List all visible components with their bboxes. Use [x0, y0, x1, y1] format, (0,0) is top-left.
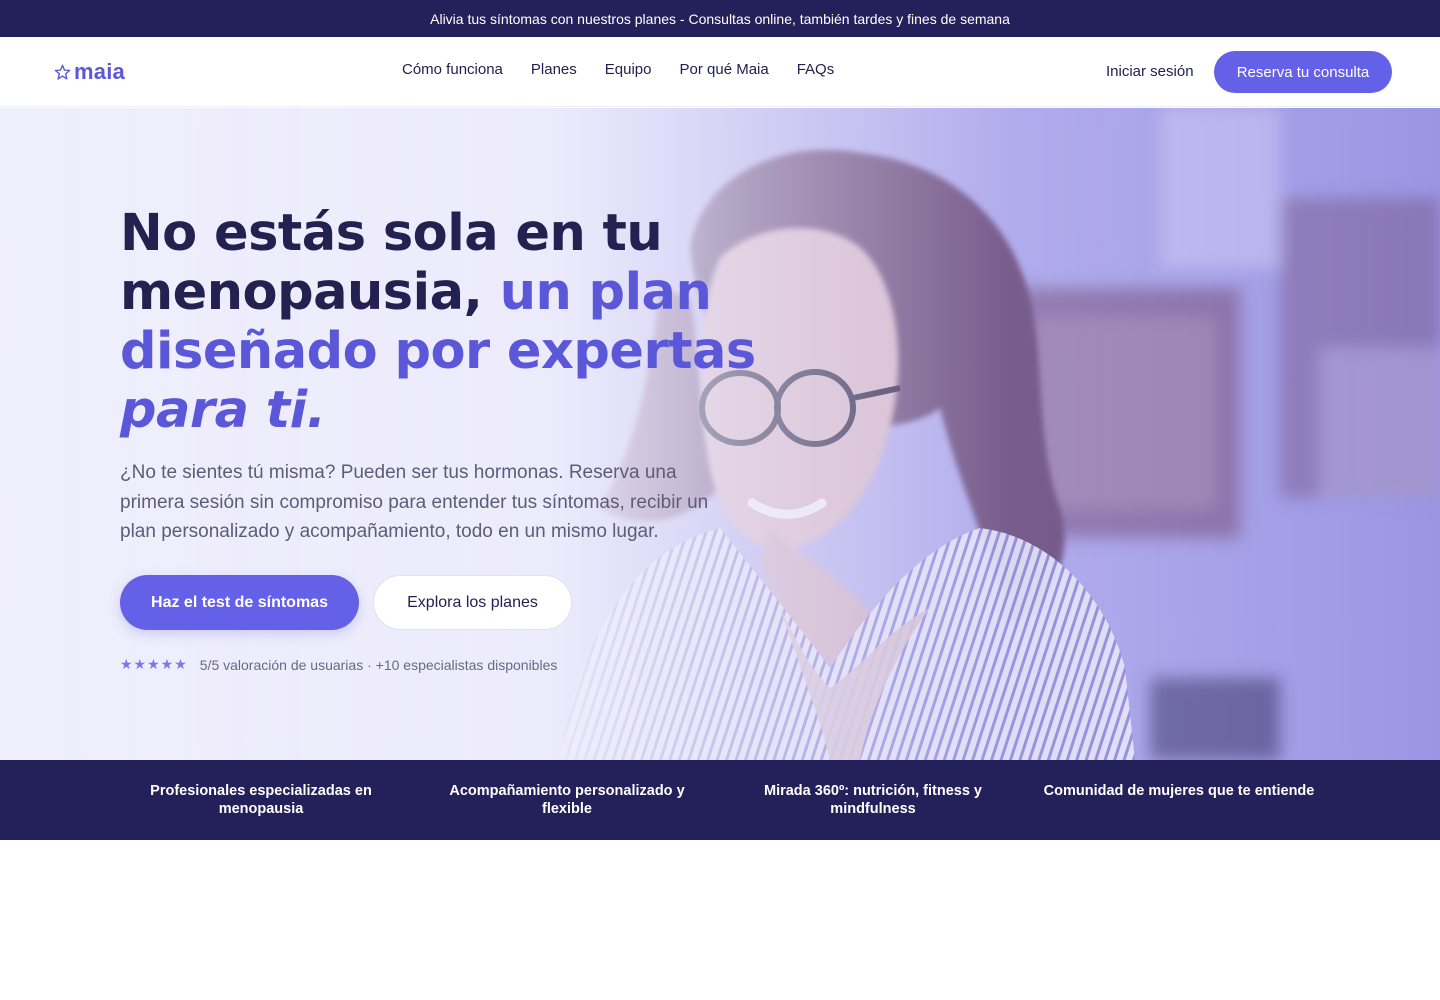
login-link[interactable]: Iniciar sesión: [1106, 63, 1194, 80]
feature-item-personalized: Acompañamiento personalizado y flexible: [449, 783, 685, 817]
symptom-test-button[interactable]: Haz el test de síntomas: [120, 575, 359, 630]
star-outline-icon: [54, 64, 71, 80]
rating-text: 5/5 valoración de usuarias · +10 especia…: [199, 656, 558, 673]
hero-title-line1: No estás sola en tu: [120, 204, 663, 263]
feature-item-specialists: Profesionales especializadas en menopaus…: [150, 783, 372, 817]
rating-row: ★★★★★ 5/5 valoración de usuarias · +10 e…: [120, 656, 557, 673]
nav-link-como-funciona[interactable]: Cómo funciona: [402, 61, 503, 78]
announcement-text: Alivia tus síntomas con nuestros planes …: [430, 10, 1010, 27]
announcement-bar: Alivia tus síntomas con nuestros planes …: [0, 0, 1440, 37]
logo-text: maia: [74, 59, 125, 84]
top-navigation: maia Cómo funciona Planes Equipo Por qué…: [0, 37, 1440, 107]
features-bar: Profesionales especializadas en menopaus…: [0, 760, 1440, 840]
nav-link-por-que-maia[interactable]: Por qué Maia: [680, 61, 769, 78]
feature-item-community: Comunidad de mujeres que te entiende: [1043, 783, 1315, 799]
logo-link[interactable]: maia: [54, 59, 125, 84]
book-consultation-button[interactable]: Reserva tu consulta: [1214, 51, 1392, 93]
main-menu: Cómo funciona Planes Equipo Por qué Maia…: [402, 61, 834, 78]
hero-title-line2b: un plan: [499, 263, 712, 322]
hero-title: No estás sola en tu menopausia, un plan …: [120, 204, 780, 440]
hero-title-line3: diseñado por expertas: [120, 322, 756, 381]
hero-section: No estás sola en tu menopausia, un plan …: [0, 108, 1440, 760]
hero-title-line4: para ti.: [120, 381, 326, 440]
explore-plans-button[interactable]: Explora los planes: [373, 575, 572, 630]
hero-subtitle: ¿No te sientes tú misma? Pueden ser tus …: [120, 462, 709, 542]
nav-link-equipo[interactable]: Equipo: [605, 61, 652, 78]
nav-link-planes[interactable]: Planes: [531, 61, 577, 78]
feature-item-360: Mirada 360º: nutrición, fitness y mindfu…: [763, 783, 983, 817]
nav-link-faqs[interactable]: FAQs: [797, 61, 835, 78]
star-rating-icon: ★★★★★: [120, 656, 188, 672]
hero-title-line2a: menopausia,: [120, 263, 500, 322]
